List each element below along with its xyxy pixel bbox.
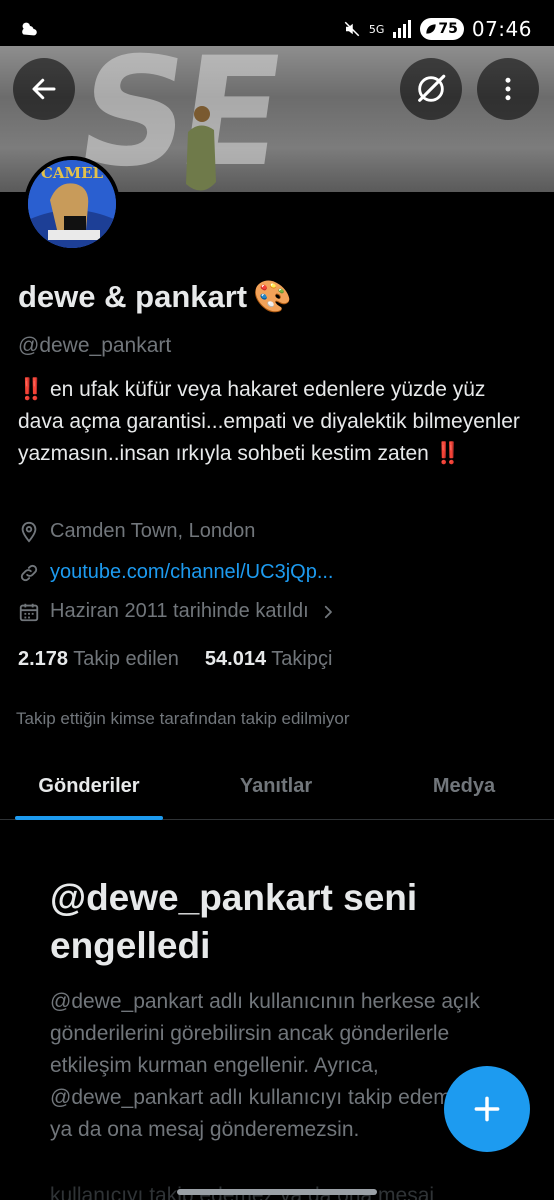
network-label: 5G bbox=[368, 22, 385, 36]
back-button[interactable] bbox=[13, 58, 75, 120]
location-pin-icon bbox=[21, 521, 37, 543]
join-date-text: Haziran 2011 tarihinde katıldı bbox=[50, 600, 309, 622]
active-tab-indicator bbox=[15, 816, 163, 820]
calendar-icon bbox=[19, 603, 39, 621]
tab-posts-label: Gönderiler bbox=[38, 774, 140, 797]
profile-handle: @dewe_pankart bbox=[18, 334, 172, 357]
tab-media-label: Medya bbox=[432, 774, 496, 797]
grok-button[interactable] bbox=[400, 58, 462, 120]
avatar[interactable]: CAMEL bbox=[24, 156, 120, 252]
tab-media[interactable]: Medya bbox=[374, 752, 554, 820]
signal-icon bbox=[393, 20, 412, 38]
avatar-logo-text: CAMEL bbox=[41, 164, 104, 182]
bio-bang-end: ‼️ bbox=[434, 442, 461, 465]
status-icons: 5G 75 07:46 bbox=[343, 14, 532, 44]
leaf-icon bbox=[426, 24, 437, 34]
display-name: dewe & pankart bbox=[18, 278, 248, 314]
follow-stats: 2.178 Takip edilen 54.014 Takipçi bbox=[18, 648, 332, 671]
followers-label: Takipçi bbox=[271, 648, 333, 670]
grok-icon bbox=[418, 74, 446, 102]
plus-icon bbox=[474, 1096, 500, 1122]
following-count: 2.178 bbox=[18, 648, 69, 670]
location-row: Camden Town, London bbox=[18, 520, 255, 543]
mute-icon bbox=[344, 21, 360, 37]
chevron-right-icon bbox=[324, 605, 332, 618]
following-label: Takip edilen bbox=[73, 648, 179, 670]
bio-bang-start: ‼️ bbox=[18, 378, 45, 401]
location-text: Camden Town, London bbox=[50, 520, 256, 542]
followers-count: 54.014 bbox=[204, 648, 267, 670]
gesture-bar[interactable] bbox=[177, 1189, 377, 1195]
clock: 07:46 bbox=[471, 17, 532, 41]
website-link[interactable]: youtube.com/channel/UC3jQp... bbox=[50, 561, 334, 584]
website-row[interactable]: youtube.com/channel/UC3jQp... bbox=[18, 561, 334, 584]
link-icon bbox=[20, 564, 38, 581]
palette-emoji: 🎨 bbox=[253, 279, 292, 314]
following-link[interactable]: 2.178 Takip edilen bbox=[18, 648, 179, 671]
more-options-button[interactable] bbox=[477, 58, 539, 120]
battery-indicator: 75 bbox=[420, 18, 464, 40]
profile-bio: ‼️ en ufak küfür veya hakaret edenlere y… bbox=[18, 374, 528, 470]
followers-link[interactable]: 54.014 Takipçi bbox=[205, 648, 333, 671]
join-date-row[interactable]: Haziran 2011 tarihinde katıldı bbox=[18, 600, 337, 623]
weather-icon bbox=[22, 22, 37, 36]
arrow-left-icon bbox=[32, 78, 56, 100]
profile-name: dewe & pankart 🎨 bbox=[18, 278, 292, 315]
profile-tabs: Gönderiler Yanıtlar Medya bbox=[0, 752, 554, 820]
battery-level: 75 bbox=[438, 21, 458, 37]
followed-by-note: Takip ettiğin kimse tarafından takip edi… bbox=[16, 709, 350, 728]
more-vertical-icon bbox=[505, 77, 511, 101]
blocked-description: @dewe_pankart adlı kullanıcının herkese … bbox=[50, 990, 480, 1141]
compose-button[interactable] bbox=[444, 1066, 530, 1152]
tab-posts[interactable]: Gönderiler bbox=[0, 752, 178, 820]
tab-replies-label: Yanıtlar bbox=[239, 774, 313, 797]
avatar-image: CAMEL bbox=[28, 160, 116, 248]
tab-replies[interactable]: Yanıtlar bbox=[178, 752, 374, 820]
blocked-title: @dewe_pankart seni engelledi bbox=[50, 877, 418, 966]
banner-figure bbox=[186, 106, 216, 191]
